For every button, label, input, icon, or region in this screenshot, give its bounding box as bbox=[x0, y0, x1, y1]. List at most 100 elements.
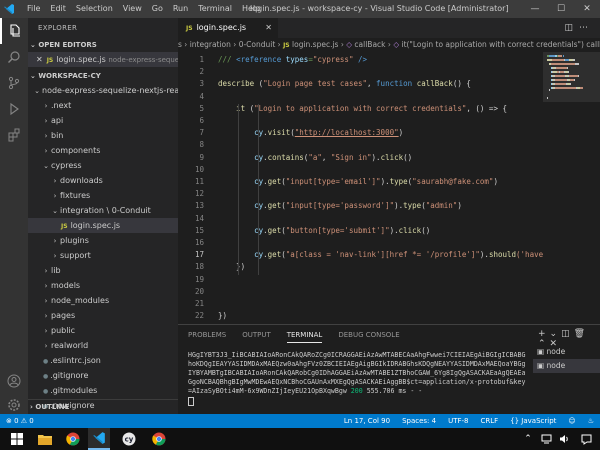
tree-folder[interactable]: › support bbox=[28, 248, 178, 263]
tab-output[interactable]: OUTPUT bbox=[242, 331, 271, 343]
more-actions-icon[interactable]: ⋯ bbox=[579, 23, 594, 33]
menu-view[interactable]: View bbox=[118, 0, 147, 18]
tree-file[interactable]: JS login.spec.js bbox=[28, 218, 178, 233]
line-ending[interactable]: CRLF bbox=[480, 414, 498, 428]
code-editor[interactable]: /// <reference types="cypress" /> describ… bbox=[208, 52, 543, 324]
tree-file[interactable]: ● .eslintrc.json bbox=[28, 353, 178, 368]
bottom-panel: PROBLEMS OUTPUT TERMINAL DEBUG CONSOLE +… bbox=[178, 324, 600, 414]
cypress-icon[interactable]: cy bbox=[118, 428, 140, 450]
minimap-slider[interactable] bbox=[543, 52, 600, 102]
chrome-icon[interactable] bbox=[148, 428, 170, 450]
open-editors-section[interactable]: ⌄ OPEN EDITORS bbox=[28, 38, 178, 52]
workspace-section[interactable]: ⌄ WORKSPACE-CY bbox=[28, 69, 178, 83]
add-terminal-icon[interactable]: + bbox=[538, 329, 550, 339]
close-icon[interactable]: ✕ bbox=[36, 55, 43, 64]
response-timing: 555.706 ms - - bbox=[366, 387, 423, 395]
tab-problems[interactable]: PROBLEMS bbox=[188, 331, 226, 343]
run-debug-icon[interactable] bbox=[0, 96, 28, 122]
tree-folder[interactable]: › realworld bbox=[28, 338, 178, 353]
line-number: 9 bbox=[199, 152, 204, 162]
tree-folder[interactable]: › downloads bbox=[28, 173, 178, 188]
breadcrumb-item[interactable]: 0-Conduit bbox=[239, 40, 276, 49]
feedback-icon[interactable]: ☺ bbox=[568, 414, 575, 428]
tree-folder[interactable]: ⌄ integration \ 0-Conduit bbox=[28, 203, 178, 218]
bell-icon[interactable]: ♨ bbox=[588, 414, 594, 428]
line-number: 7 bbox=[199, 128, 204, 138]
volume-icon[interactable] bbox=[556, 428, 572, 450]
indentation[interactable]: Spaces: 4 bbox=[402, 414, 436, 428]
extensions-icon[interactable] bbox=[0, 122, 28, 148]
tree-folder[interactable]: › node_modules bbox=[28, 293, 178, 308]
chevron-up-icon[interactable]: ⌃ bbox=[520, 428, 536, 450]
tree-folder[interactable]: › plugins bbox=[28, 233, 178, 248]
encoding[interactable]: UTF-8 bbox=[448, 414, 468, 428]
source-control-icon[interactable] bbox=[0, 70, 28, 96]
breadcrumb-item[interactable]: s bbox=[178, 40, 182, 49]
chevron-right-icon: › bbox=[44, 342, 48, 350]
close-tab-icon[interactable]: ✕ bbox=[265, 18, 272, 38]
tree-folder[interactable]: › components bbox=[28, 143, 178, 158]
terminal-output[interactable]: HGgIYBT3J3_IiBCABIAIoARonCAkQARoZCg0ICRA… bbox=[188, 351, 528, 406]
account-icon[interactable] bbox=[0, 368, 28, 394]
search-icon[interactable] bbox=[0, 44, 28, 70]
cursor-position[interactable]: Ln 17, Col 90 bbox=[344, 414, 390, 428]
windows-start-icon[interactable] bbox=[6, 428, 28, 450]
tree-file[interactable]: ● .gitmodules bbox=[28, 383, 178, 398]
problems-count[interactable]: ⊗ 0 ⚠ 0 bbox=[6, 414, 34, 428]
code-token: "Sign in" bbox=[330, 152, 372, 162]
tree-item-label: public bbox=[51, 326, 76, 335]
code-token: "saurabh@fake.com" bbox=[412, 177, 494, 186]
menu-file[interactable]: File bbox=[22, 0, 45, 18]
open-editor-item[interactable]: ✕JSlogin.spec.js node-express-sequeli... bbox=[28, 52, 178, 67]
code-token: type bbox=[403, 201, 422, 211]
network-icon[interactable] bbox=[538, 428, 554, 450]
tree-folder[interactable]: › api bbox=[28, 113, 178, 128]
tree-folder[interactable]: › lib bbox=[28, 263, 178, 278]
line-number: 6 bbox=[199, 116, 204, 125]
svg-text:cy: cy bbox=[125, 436, 134, 444]
tab-login-spec[interactable]: JS login.spec.js ✕ bbox=[178, 18, 278, 38]
tab-terminal[interactable]: TERMINAL bbox=[286, 331, 323, 343]
language-mode[interactable]: {} JavaScript bbox=[510, 414, 556, 428]
maximize-icon[interactable]: ☐ bbox=[548, 0, 574, 18]
tree-folder[interactable]: › .next bbox=[28, 98, 178, 113]
close-window-icon[interactable]: ✕ bbox=[574, 0, 600, 18]
tree-folder[interactable]: ⌄ cypress bbox=[28, 158, 178, 173]
tree-folder[interactable]: › bin bbox=[28, 128, 178, 143]
outline-section[interactable]: › OUTLINE bbox=[28, 399, 178, 414]
chevron-down-icon[interactable]: ⌄ bbox=[550, 329, 562, 339]
code-line: it ("Login to application with correct c… bbox=[218, 104, 507, 113]
file-explorer-icon[interactable] bbox=[34, 428, 56, 450]
menu-run[interactable]: Run bbox=[168, 0, 193, 18]
menu-edit[interactable]: Edit bbox=[45, 0, 71, 18]
tree-folder[interactable]: › public bbox=[28, 323, 178, 338]
terminal-instance[interactable]: ▣ node bbox=[533, 359, 600, 373]
vscode-taskbar-icon[interactable] bbox=[88, 428, 110, 450]
breadcrumb-item[interactable]: login.spec.js bbox=[292, 40, 338, 49]
status-bar: ⊗ 0 ⚠ 0 Ln 17, Col 90 Spaces: 4 UTF-8 CR… bbox=[0, 414, 600, 428]
notifications-icon[interactable] bbox=[578, 428, 594, 450]
chrome-icon[interactable] bbox=[62, 428, 84, 450]
trash-icon[interactable]: 🗑 bbox=[574, 329, 589, 339]
menu-go[interactable]: Go bbox=[147, 0, 168, 18]
menu-selection[interactable]: Selection bbox=[71, 0, 118, 18]
split-terminal-icon[interactable]: ◫ bbox=[561, 329, 574, 339]
code-token: () { bbox=[452, 79, 471, 89]
tree-folder[interactable]: › pages bbox=[28, 308, 178, 323]
tree-item-label: node_modules bbox=[51, 296, 110, 305]
minimap[interactable] bbox=[543, 52, 600, 324]
code-token: ) bbox=[493, 177, 498, 186]
minimize-icon[interactable]: — bbox=[522, 0, 548, 18]
tree-folder[interactable]: › fixtures bbox=[28, 188, 178, 203]
menu-terminal[interactable]: Terminal bbox=[193, 0, 237, 18]
terminal-instance[interactable]: ▣ node bbox=[533, 345, 600, 359]
tree-file[interactable]: ● .gitignore bbox=[28, 368, 178, 383]
tab-debug-console[interactable]: DEBUG CONSOLE bbox=[338, 331, 399, 343]
breadcrumb-item[interactable]: callBack bbox=[354, 40, 385, 49]
explorer-icon[interactable] bbox=[0, 18, 28, 44]
breadcrumb-item[interactable]: integration bbox=[190, 40, 231, 49]
root-folder[interactable]: ⌄node-express-sequelize-nextjs-realw... bbox=[28, 83, 178, 98]
breadcrumb-item[interactable]: it("Login to application with correct cr… bbox=[401, 40, 600, 49]
tree-folder[interactable]: › models bbox=[28, 278, 178, 293]
split-editor-icon[interactable]: ◫ bbox=[564, 23, 579, 33]
